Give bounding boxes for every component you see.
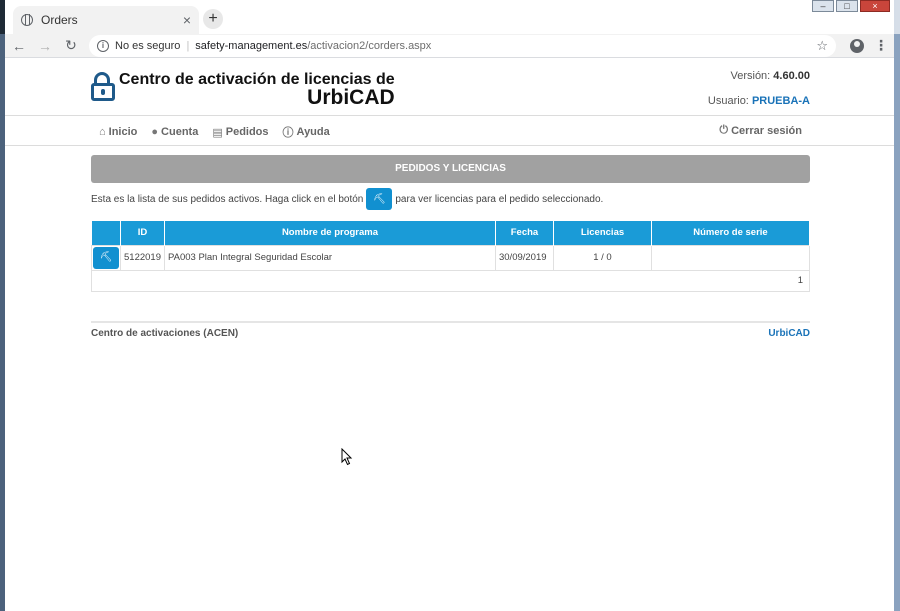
- back-arrow-icon[interactable]: ←: [11, 38, 27, 54]
- logout-button[interactable]: ⏻ Cerrar sesión: [719, 124, 802, 137]
- column-header-action: [91, 221, 121, 245]
- bookmark-star-icon[interactable]: ☆: [816, 38, 828, 54]
- globe-icon: [21, 14, 33, 26]
- view-licenses-button[interactable]: ⛏: [93, 246, 119, 269]
- intro-after: para ver licencias para el pedido selecc…: [395, 193, 604, 205]
- version-value: 4.60.00: [773, 70, 810, 82]
- address-bar[interactable]: i No es seguro | safety-management.es/ac…: [89, 34, 836, 57]
- power-icon: ⏻: [719, 124, 729, 136]
- security-label: No es seguro: [115, 39, 181, 52]
- orders-section: PEDIDOS Y LICENCIAS Esta es la lista de …: [91, 155, 811, 292]
- version-info: Versión: 4.60.00: [730, 70, 810, 82]
- nav-item-cuenta[interactable]: ● Cuenta: [151, 124, 198, 140]
- reload-icon[interactable]: ↻: [63, 37, 79, 54]
- user-link[interactable]: PRUEBA-A: [752, 95, 810, 107]
- column-header-date: Fecha: [495, 221, 554, 245]
- table-header-row: ID Nombre de programa Fecha Licencias Nú…: [91, 221, 811, 245]
- nav-item-label: Cuenta: [161, 126, 199, 138]
- home-icon: ⌂: [99, 126, 106, 138]
- nav-item-ayuda[interactable]: ⓘ Ayuda: [283, 124, 330, 140]
- orders-table: ID Nombre de programa Fecha Licencias Nú…: [91, 221, 811, 292]
- site-header: Centro de activación de licencias de Urb…: [5, 58, 894, 116]
- new-tab-button[interactable]: +: [203, 9, 223, 29]
- page-footer: Centro de activaciones (ACEN) UrbiCAD: [91, 321, 810, 339]
- tab-title: Orders: [41, 13, 78, 27]
- browser-window: Orders × + ← → ↻ i No es seguro | safety…: [5, 0, 894, 611]
- column-header-id: ID: [120, 221, 165, 245]
- cell-program: PA003 Plan Integral Seguridad Escolar: [163, 244, 496, 271]
- pager-row: 1: [91, 269, 810, 292]
- cell-serial: [650, 244, 811, 271]
- key-icon: ⛏: [366, 188, 393, 210]
- kebab-menu-icon[interactable]: ⋮: [874, 37, 888, 54]
- info-icon[interactable]: i: [97, 39, 109, 52]
- tab-strip: Orders × +: [5, 0, 894, 34]
- column-header-licenses: Licencias: [553, 221, 652, 245]
- user-info: Usuario: PRUEBA-A: [708, 95, 810, 107]
- close-icon[interactable]: ×: [183, 12, 191, 28]
- cell-id: 5122019: [120, 244, 165, 271]
- column-header-program: Nombre de programa: [164, 221, 496, 245]
- nav-item-inicio[interactable]: ⌂ Inicio: [99, 124, 137, 140]
- nav-item-label: Pedidos: [225, 126, 269, 138]
- minimize-icon[interactable]: –: [812, 0, 834, 12]
- divider: |: [186, 39, 190, 52]
- page-number[interactable]: 1: [91, 269, 810, 292]
- version-label: Versión:: [730, 70, 771, 82]
- user-label: Usuario:: [707, 95, 749, 107]
- browser-toolbar: ← → ↻ i No es seguro | safety-management…: [5, 34, 894, 58]
- table-row: ⛏ 5122019 PA003 Plan Integral Seguridad …: [91, 244, 811, 271]
- desktop-edge-right: [894, 34, 900, 611]
- info-icon: ⓘ: [282, 127, 294, 139]
- nav-item-label: Ayuda: [296, 126, 330, 138]
- logout-label: Cerrar sesión: [731, 124, 802, 137]
- cart-icon: ▤: [212, 126, 223, 139]
- lock-icon: [91, 72, 115, 102]
- cell-licenses: 1 / 0: [552, 244, 652, 271]
- footer-link[interactable]: UrbiCAD: [768, 328, 810, 339]
- browser-tab[interactable]: Orders ×: [13, 6, 199, 34]
- intro-before: Esta es la lista de sus pedidos activos.…: [91, 193, 364, 205]
- panel-title: PEDIDOS Y LICENCIAS: [91, 155, 810, 183]
- cell-date: 30/09/2019: [494, 244, 554, 271]
- nav-item-pedidos[interactable]: ▤ Pedidos: [212, 124, 268, 140]
- window-controls: – □ ×: [812, 0, 890, 12]
- intro-text: Esta es la lista de sus pedidos activos.…: [91, 187, 810, 211]
- maximize-icon[interactable]: □: [836, 0, 858, 12]
- url-host: safety-management.es: [195, 39, 308, 52]
- column-header-serial: Número de serie: [651, 221, 811, 245]
- footer-text: Centro de activaciones (ACEN): [91, 328, 239, 339]
- nav-item-label: Inicio: [108, 126, 138, 138]
- window-close-icon[interactable]: ×: [860, 0, 890, 12]
- user-icon: ●: [151, 126, 159, 138]
- logo-product: UrbiCAD: [307, 86, 395, 109]
- forward-arrow-icon[interactable]: →: [37, 38, 53, 54]
- main-nav: ⌂ Inicio ● Cuenta ▤ Pedidos ⓘ Ayuda ⏻ Ce…: [5, 116, 894, 146]
- row-action-cell: ⛏: [91, 244, 121, 271]
- page-content: Centro de activación de licencias de Urb…: [5, 58, 894, 610]
- profile-icon[interactable]: [850, 38, 864, 53]
- site-logo[interactable]: Centro de activación de licencias de Urb…: [91, 72, 395, 108]
- url-path: /activacion2/corders.aspx: [307, 39, 432, 52]
